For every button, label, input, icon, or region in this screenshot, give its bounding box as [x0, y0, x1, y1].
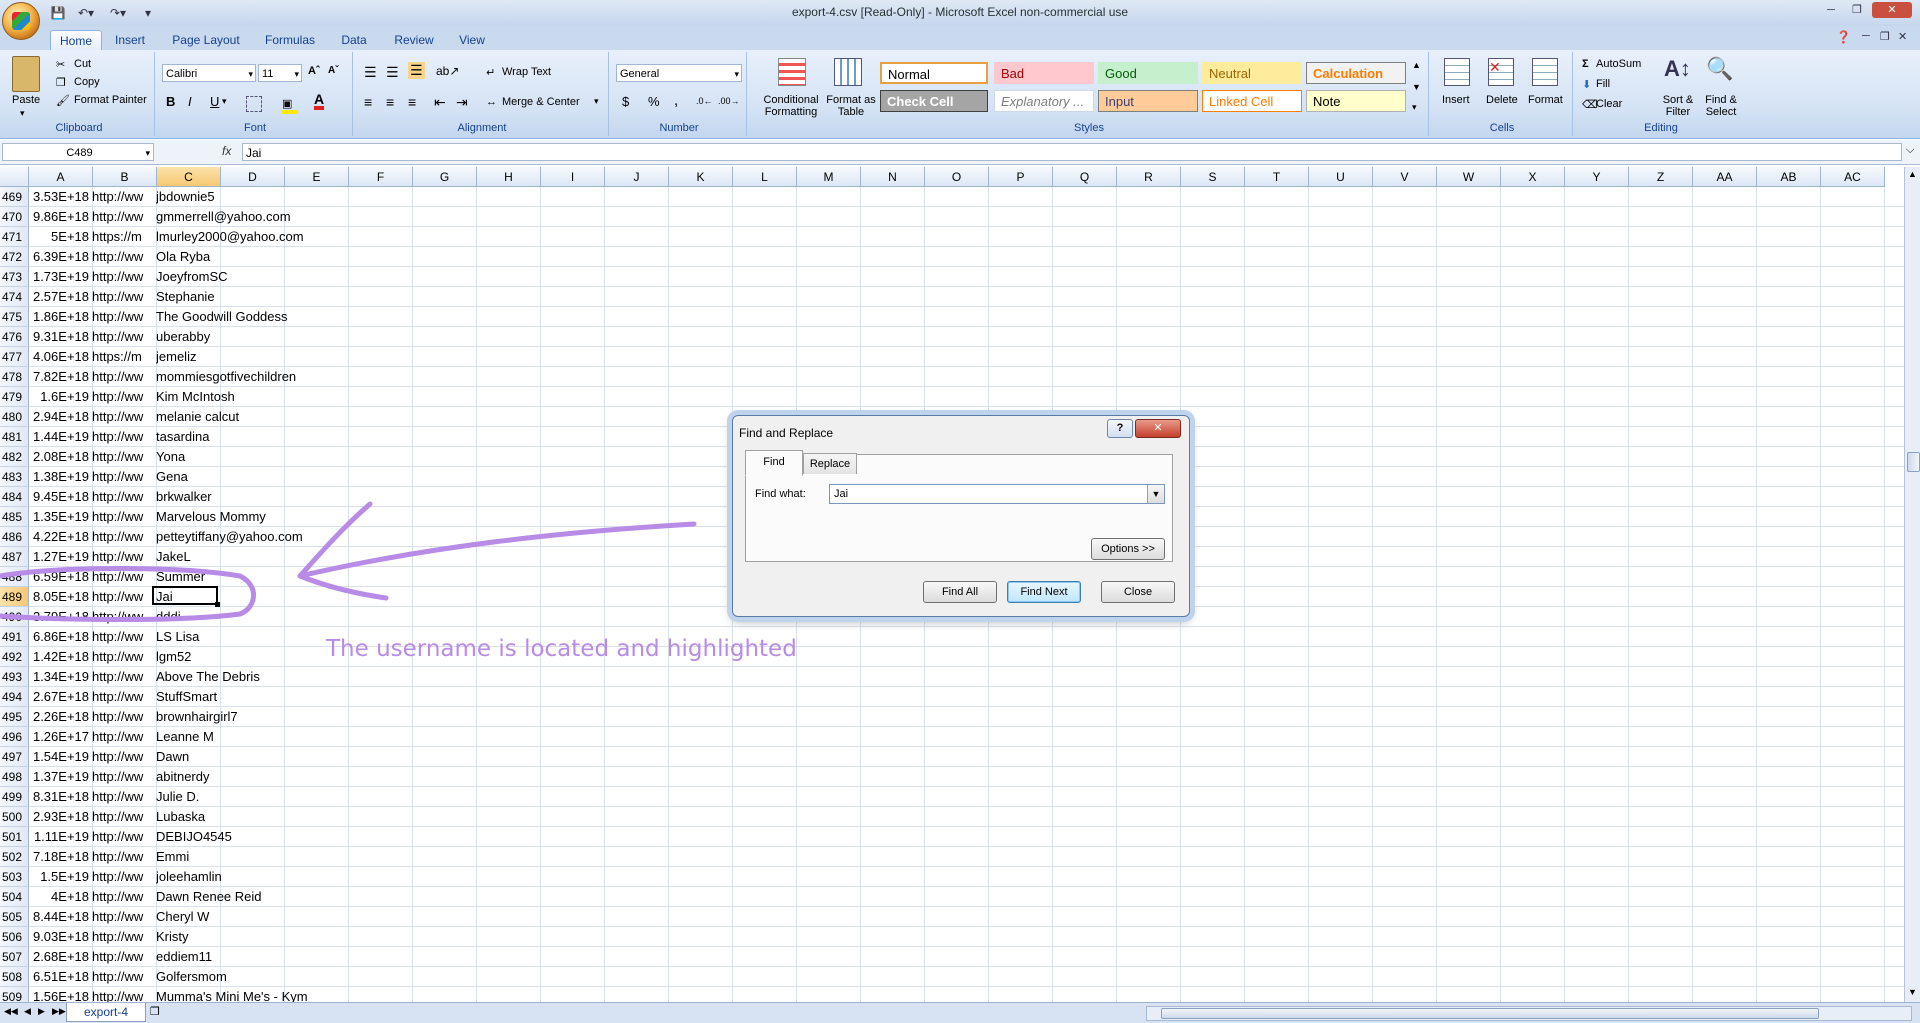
find-what-input[interactable]: Jai ▼	[829, 484, 1165, 504]
annotation-arrow-head	[297, 501, 389, 601]
options-button[interactable]: Options >>	[1091, 538, 1165, 560]
tab-find[interactable]: Find	[745, 450, 803, 476]
annotation-text: The username is located and highlighted	[326, 636, 797, 662]
office-logo-icon	[12, 12, 30, 30]
close-button[interactable]: Close	[1101, 581, 1175, 603]
find-all-button[interactable]: Find All	[923, 581, 997, 603]
chevron-down-icon[interactable]: ▼	[1147, 485, 1164, 503]
dialog-close-icon[interactable]: ✕	[1135, 419, 1181, 438]
find-what-value: Jai	[834, 488, 849, 500]
dialog-title: Find and Replace	[739, 426, 834, 440]
tab-replace[interactable]: Replace	[803, 453, 857, 474]
find-what-label: Find what:	[755, 488, 806, 500]
annotation-circle	[0, 566, 256, 622]
annotation-arrow-shaft	[297, 521, 697, 579]
dialog-help-button[interactable]: ?	[1107, 419, 1133, 438]
find-next-button[interactable]: Find Next	[1007, 581, 1081, 603]
find-replace-dialog: Find and Replace ? ✕ Find Replace Find w…	[732, 415, 1190, 617]
office-button[interactable]	[2, 2, 40, 40]
